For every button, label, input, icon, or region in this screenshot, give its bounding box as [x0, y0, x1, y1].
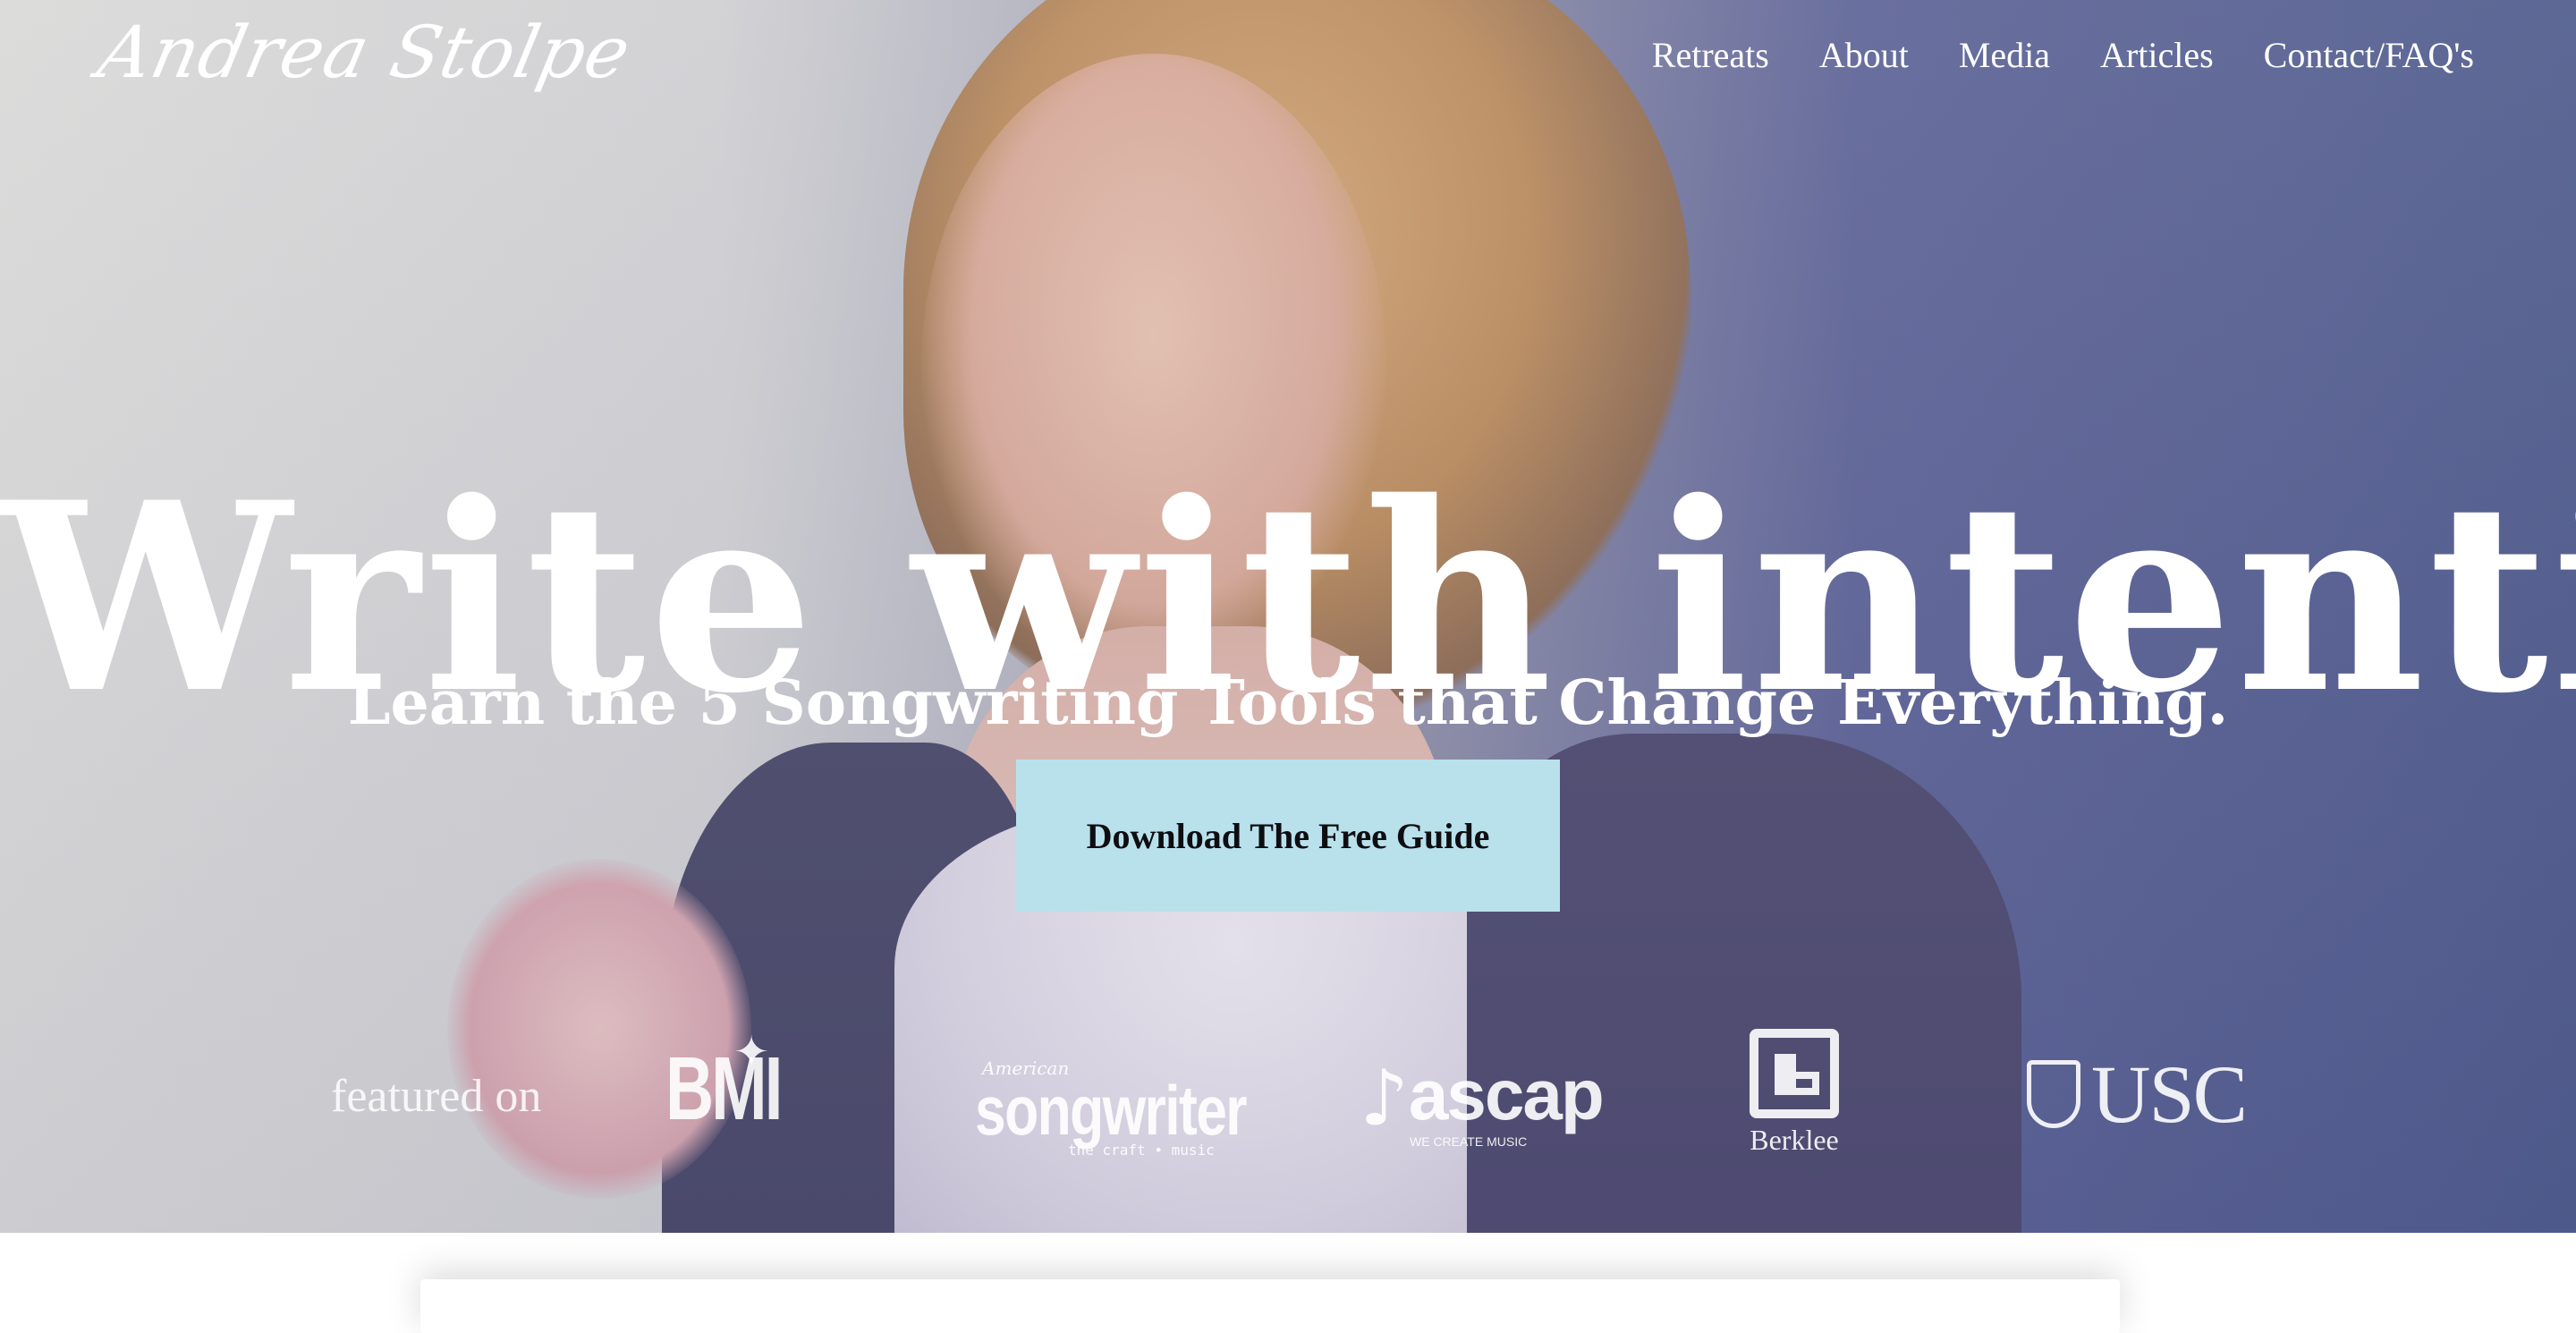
- hero-section: Andrea Stolpe Retreats About Media Artic…: [0, 0, 2576, 1233]
- main-nav: Retreats About Media Articles Contact/FA…: [1652, 34, 2474, 76]
- songwriter-logo-main: songwriter: [975, 1071, 1248, 1150]
- berklee-logo: Berklee: [1750, 1029, 1839, 1157]
- ascap-logo: ♪ascap WE CREATE MUSIC: [1360, 1054, 1605, 1149]
- american-songwriter-logo: American songwriter the craft • music: [975, 1057, 1314, 1159]
- usc-shield-icon: [2027, 1060, 2080, 1128]
- nav-item-contact-faqs[interactable]: Contact/FAQ's: [2264, 34, 2474, 76]
- download-guide-button[interactable]: Download The Free Guide: [1016, 760, 1560, 912]
- bmi-star-icon: ✦: [733, 1029, 770, 1076]
- hero-subheadline: Learn the 5 Songwriting Tools that Chang…: [347, 667, 2229, 740]
- featured-on-label: featured on: [331, 1071, 542, 1122]
- music-note-icon: ♪: [1360, 1054, 1409, 1143]
- ascap-logo-word: ascap: [1408, 1055, 1605, 1134]
- ascap-logo-tagline: WE CREATE MUSIC: [1410, 1134, 1528, 1149]
- nav-item-about[interactable]: About: [1819, 34, 1909, 76]
- nav-item-retreats[interactable]: Retreats: [1652, 34, 1769, 76]
- usc-logo-word: USC: [2091, 1049, 2248, 1140]
- berklee-mark-icon: [1750, 1029, 1839, 1118]
- berklee-logo-name: Berklee: [1750, 1124, 1839, 1156]
- nav-item-media[interactable]: Media: [1959, 34, 2050, 76]
- usc-logo: USC: [2027, 1047, 2248, 1142]
- content-card: [420, 1279, 2120, 1333]
- site-logo[interactable]: Andrea Stolpe: [91, 11, 638, 94]
- nav-item-articles[interactable]: Articles: [2100, 34, 2214, 76]
